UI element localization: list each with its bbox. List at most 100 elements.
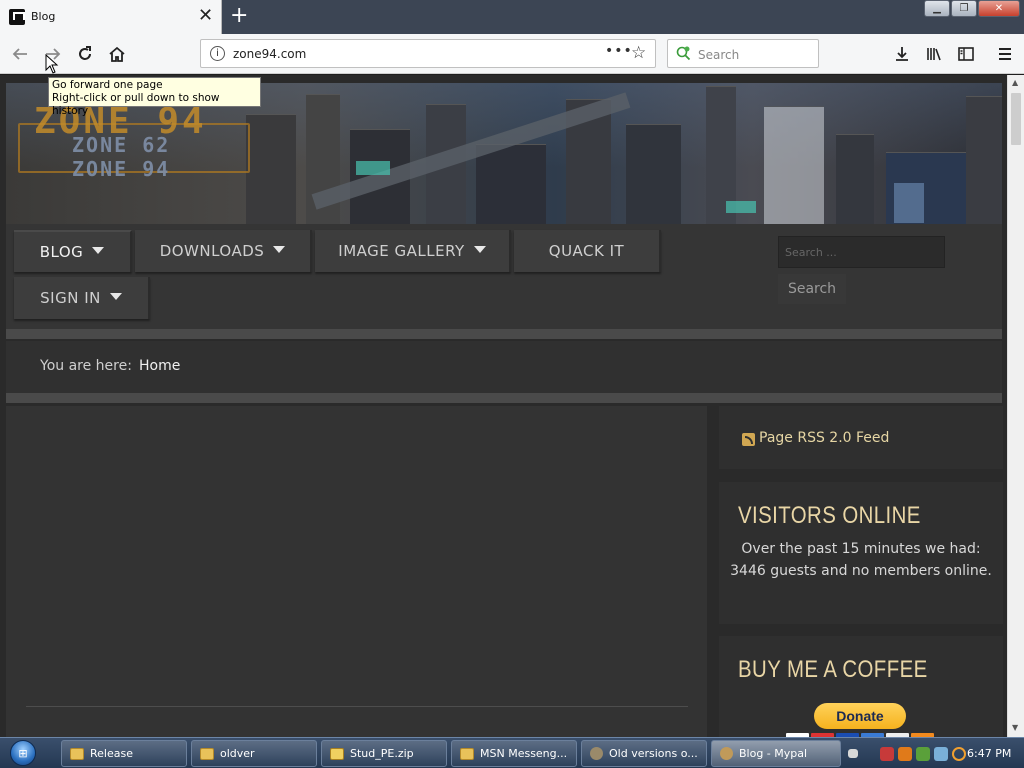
site-favicon-icon [9, 9, 25, 25]
update-icon[interactable] [916, 746, 930, 761]
url-text[interactable]: zone94.com [233, 47, 306, 61]
folder-icon [460, 747, 474, 760]
menu-item-quack-it[interactable]: QUACK IT [514, 230, 661, 272]
content-divider [26, 706, 688, 707]
mypal-icon [720, 747, 733, 760]
volume-icon[interactable] [934, 746, 948, 761]
downloads-button[interactable] [890, 42, 914, 66]
download-icon [896, 47, 908, 61]
rss-feed-link[interactable]: Page RSS 2.0 Feed [759, 430, 889, 446]
task-label: MSN Messeng... [480, 747, 568, 760]
home-icon [109, 46, 125, 62]
browser-tab[interactable]: Blog ✕ [0, 0, 222, 34]
task-label: Blog - Mypal [739, 747, 808, 760]
menu-item-blog[interactable]: BLOG [14, 230, 132, 272]
dropdown-caret-icon [92, 246, 105, 254]
window-controls: ▁ ❐ ✕ [923, 0, 1020, 18]
dropdown-caret-icon [109, 292, 122, 300]
tab-close-icon[interactable]: ✕ [198, 6, 213, 26]
security-icon[interactable] [898, 746, 912, 761]
menu-item-downloads[interactable]: DOWNLOADS [135, 230, 312, 272]
info-icon[interactable]: i [210, 46, 225, 61]
tooltip-line-1: Go forward one page [52, 79, 163, 91]
forward-tooltip: Go forward one page Right-click or pull … [48, 77, 261, 117]
bookmark-star-icon[interactable]: ☆ [631, 43, 646, 63]
home-button[interactable] [105, 42, 129, 66]
menu-item-image-gallery[interactable]: IMAGE GALLERY [315, 230, 511, 272]
rss-icon [742, 433, 755, 446]
scroll-down-icon[interactable]: ▼ [1012, 723, 1018, 732]
title-bar: Blog ✕ + ▁ ❐ ✕ [0, 0, 1024, 34]
zip-icon [330, 747, 344, 760]
library-button[interactable] [922, 42, 946, 66]
logo-subtitle-2: ZONE 94 [72, 157, 171, 181]
reload-icon [79, 46, 91, 60]
visitors-text: Over the past 15 minutes we had: 3446 gu… [730, 541, 992, 579]
breadcrumb-label: You are here: [40, 358, 132, 374]
keyboard-icon[interactable] [848, 749, 858, 758]
site-search-button[interactable]: Search [778, 274, 846, 304]
visitors-online-module: VISITORS ONLINE Over the past 15 minutes… [719, 482, 1003, 624]
browser-search-box[interactable]: Search [667, 39, 819, 68]
page-actions-icon[interactable]: ••• [605, 43, 633, 59]
sidebar-toggle-button[interactable] [954, 42, 978, 66]
search-engine-icon [676, 46, 691, 61]
breadcrumb-home-link[interactable]: Home [139, 358, 180, 374]
menu-label: SIGN IN [40, 289, 101, 307]
scroll-thumb[interactable] [1011, 93, 1021, 145]
divider [6, 393, 1002, 403]
main-content-area [6, 406, 707, 737]
menu-item-sign-in[interactable]: SIGN IN [14, 277, 150, 319]
taskbar-item-release[interactable]: Release [61, 740, 187, 767]
breadcrumb: You are here: Home [6, 341, 1002, 393]
system-clock[interactable]: 6:47 PM [967, 747, 1011, 760]
folder-icon [200, 747, 214, 760]
windows-taskbar: ⊞ Release oldver Stud_PE.zip MSN Messeng… [0, 737, 1024, 768]
scroll-up-icon[interactable]: ▲ [1012, 78, 1018, 87]
task-label: Stud_PE.zip [350, 747, 414, 760]
donate-button[interactable]: Donate [814, 703, 906, 729]
search-icon[interactable] [952, 746, 966, 761]
system-tray [848, 740, 966, 767]
rss-module: Page RSS 2.0 Feed [719, 406, 1003, 469]
vertical-scrollbar[interactable]: ▲ ▼ [1007, 75, 1024, 737]
windows-logo-icon: ⊞ [10, 740, 36, 766]
navigation-toolbar: i zone94.com ••• ☆ Search [0, 34, 1024, 74]
tooltip-line-2: Right-click or pull down to show history [52, 92, 220, 117]
new-tab-button[interactable]: + [230, 3, 248, 29]
maximize-button[interactable]: ❐ [951, 0, 977, 17]
url-bar[interactable]: i zone94.com ••• ☆ [200, 39, 656, 68]
taskbar-item-msn-messenger[interactable]: MSN Messeng... [451, 740, 577, 767]
menu-label: DOWNLOADS [159, 242, 265, 260]
close-window-button[interactable]: ✕ [978, 0, 1020, 17]
sidebar-icon [958, 47, 974, 61]
page-viewport: ZONE 94 ZONE 62 ZONE 94 BLOG DOWNLOADS I… [0, 75, 1007, 737]
site-search-input[interactable]: Search ... [778, 236, 945, 268]
taskbar-item-oldver[interactable]: oldver [191, 740, 317, 767]
search-placeholder: Search [698, 48, 740, 62]
task-label: Old versions o... [609, 747, 698, 760]
reload-button[interactable] [73, 42, 97, 66]
taskbar-item-stud-pe[interactable]: Stud_PE.zip [321, 740, 447, 767]
back-button[interactable] [8, 42, 32, 66]
coffee-heading: BUY ME A COFFEE [738, 656, 928, 683]
site-navigation: BLOG DOWNLOADS IMAGE GALLERY QUACK IT SI… [6, 224, 1002, 329]
folder-icon [70, 747, 84, 760]
dropdown-caret-icon [473, 245, 486, 253]
minimize-button[interactable]: ▁ [924, 0, 950, 17]
menu-label: IMAGE GALLERY [338, 242, 465, 260]
taskbar-item-old-versions[interactable]: Old versions o... [581, 740, 707, 767]
taskbar-item-blog-mypal[interactable]: Blog - Mypal [711, 740, 841, 767]
tab-title: Blog [31, 10, 56, 23]
divider [6, 329, 1002, 339]
network-icon[interactable] [880, 746, 894, 761]
start-button[interactable]: ⊞ [4, 739, 42, 767]
menu-label: BLOG [39, 243, 84, 261]
library-icon [927, 48, 941, 61]
dropdown-caret-icon [273, 245, 286, 253]
buy-me-a-coffee-module: BUY ME A COFFEE Donate [719, 636, 1003, 737]
hamburger-menu-icon [999, 48, 1011, 60]
menu-button[interactable] [993, 42, 1017, 66]
mouse-cursor-icon [45, 54, 59, 74]
visitors-heading: VISITORS ONLINE [738, 502, 921, 529]
